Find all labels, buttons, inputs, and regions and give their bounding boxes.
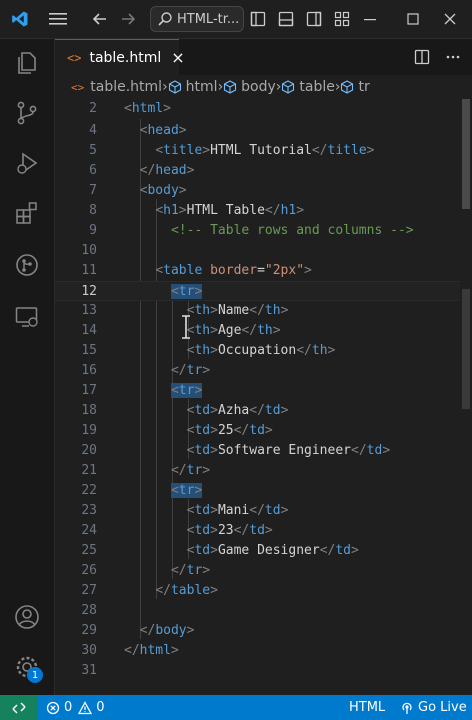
breadcrumb-item-tr[interactable]: tr (340, 79, 370, 95)
search-icon (158, 12, 172, 26)
html-file-icon: <> (71, 80, 85, 94)
extensions-icon[interactable] (13, 199, 41, 227)
code-line: 8 <h1>HTML Table</h1> (89, 203, 305, 218)
maximize-icon[interactable] (403, 9, 423, 29)
code-editor[interactable]: 2 <html> 4 <head> 5 <title>HTML Tutorial<… (55, 99, 460, 695)
html-file-icon: <> (67, 50, 82, 65)
code-line: 9 <!-- Table rows and columns --> (89, 223, 414, 238)
broadcast-icon (402, 702, 412, 714)
code-line: 7 <body> (89, 183, 187, 198)
status-bar: 0 0 HTML Go Live (0, 695, 472, 720)
activity-bar: 1 (0, 39, 55, 695)
code-line: 31 (81, 663, 97, 678)
code-line: 16 </tr> (81, 363, 211, 378)
code-line: 24 <td>23</td> (81, 523, 273, 538)
code-line: 25 <td>Game Designer</td> (81, 543, 359, 558)
manage-gear-icon[interactable]: 1 (13, 653, 43, 683)
code-line: 19 <td>25</td> (81, 423, 273, 438)
problems-indicator[interactable]: 0 0 (46, 695, 105, 720)
code-line: 23 <td>Mani</td> (81, 503, 289, 518)
tab-table-html[interactable]: <> table.html × (55, 39, 185, 75)
customize-layout-icon[interactable] (332, 9, 352, 29)
breadcrumb-item-html[interactable]: html (168, 79, 218, 95)
scrollbar-thumb[interactable] (462, 289, 470, 409)
remote-explorer-icon[interactable] (13, 303, 41, 331)
split-editor-icon[interactable] (412, 47, 432, 67)
accounts-icon[interactable] (13, 603, 41, 631)
search-text: HTML-tr... (177, 11, 240, 27)
code-line: 29 </body> (81, 623, 195, 638)
code-line-current: 12 <tr> (55, 281, 460, 301)
language-mode[interactable]: HTML (349, 695, 385, 720)
vertical-scrollbar[interactable] (460, 99, 472, 695)
code-line: 10 (81, 243, 97, 258)
vscode-logo-icon (10, 9, 30, 29)
git-graph-icon[interactable] (13, 251, 41, 279)
breadcrumb: <> table.html › html › body › table › tr (55, 75, 472, 99)
explorer-icon[interactable] (13, 49, 41, 77)
code-line: 30 </html> (81, 643, 179, 658)
more-actions-icon[interactable] (443, 47, 463, 67)
scrollbar-thumb[interactable] (462, 99, 470, 209)
forward-arrow-icon[interactable] (118, 9, 138, 29)
element-cube-icon (341, 80, 354, 94)
code-line: 4 <head> (89, 123, 187, 138)
code-line: 15 <th>Occupation</th> (81, 343, 336, 358)
element-cube-icon (168, 80, 181, 94)
toggle-secondary-sidebar-icon[interactable] (304, 9, 324, 29)
text-cursor-icon (181, 315, 191, 339)
breadcrumb-item-table[interactable]: table (281, 79, 335, 95)
run-debug-icon[interactable] (13, 149, 41, 177)
code-line: 22 <tr> (81, 483, 203, 498)
code-line: 6 </head> (89, 163, 195, 178)
back-arrow-icon[interactable] (90, 9, 110, 29)
code-line: 17 <tr> (81, 383, 203, 398)
command-center-search[interactable]: HTML-tr... (150, 6, 244, 32)
toggle-panel-icon[interactable] (276, 9, 296, 29)
close-window-icon[interactable] (440, 9, 460, 29)
code-line: 11 <table border="2px"> (81, 263, 312, 278)
update-badge: 1 (27, 667, 43, 683)
element-cube-icon (282, 80, 295, 94)
warning-icon (78, 700, 93, 714)
error-icon (46, 701, 60, 714)
editor-tabs: <> table.html × (55, 39, 472, 76)
code-line: 20 <td>Software Engineer</td> (81, 443, 391, 458)
menu-icon[interactable] (48, 9, 68, 29)
code-line: 13 <th>Name</th> (81, 303, 289, 318)
code-line: 18 <td>Azha</td> (81, 403, 289, 418)
code-line: 14 <th>Age</th> (81, 323, 281, 338)
tab-label: table.html (89, 49, 162, 66)
breadcrumb-item-body[interactable]: body (223, 79, 276, 95)
tab-close-icon[interactable]: × (171, 48, 184, 67)
remote-icon (12, 701, 26, 714)
code-line: 21 </tr> (81, 463, 211, 478)
minimize-icon[interactable] (360, 9, 380, 29)
code-line: 26 </tr> (81, 563, 211, 578)
breadcrumb-item-file[interactable]: <> table.html (71, 79, 162, 95)
element-cube-icon (224, 80, 237, 94)
title-bar: HTML-tr... (0, 0, 472, 39)
code-line: 27 </table> (81, 583, 218, 598)
code-line: 28 (81, 603, 97, 618)
source-control-icon[interactable] (13, 99, 41, 127)
code-line: 2 <html> (89, 101, 171, 116)
toggle-sidebar-icon[interactable] (248, 9, 268, 29)
code-line: 5 <title>HTML Tutorial</title> (89, 143, 375, 158)
go-live-button[interactable]: Go Live (400, 695, 467, 720)
remote-indicator[interactable] (0, 695, 38, 720)
